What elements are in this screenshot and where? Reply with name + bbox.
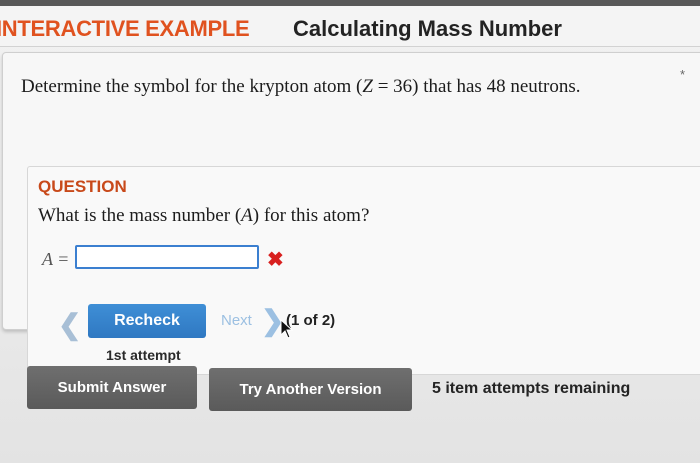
page: INTERACTIVE EXAMPLE Calculating Mass Num… [0,0,700,463]
attempts-remaining-text: 5 item attempts remaining [432,380,631,397]
problem-text-suffix: = 36) that has 48 neutrons. [372,76,581,97]
interactive-example-tag: INTERACTIVE EXAMPLE [0,16,250,41]
previous-arrow-icon[interactable]: ❮ [58,308,81,341]
try-another-version-button[interactable]: Try Another Version [209,368,412,411]
x-mark-icon: ✖ [267,249,284,271]
question-text: What is the mass number (A) for this ato… [38,205,369,227]
question-text-suffix: ) for this atom? [252,205,370,226]
problem-card: Determine the symbol for the krypton ato… [2,52,700,375]
attempt-label: 1st attempt [106,347,181,363]
required-asterisk: * [680,67,686,82]
a-symbol: A [241,205,253,226]
answer-input[interactable] [75,245,259,269]
mouse-cursor-icon [280,319,294,339]
recheck-button[interactable]: Recheck [88,304,206,338]
question-label: QUESTION [38,177,127,196]
answer-label: A = [42,249,70,269]
question-text-prefix: What is the mass number ( [38,205,242,226]
header: INTERACTIVE EXAMPLE Calculating Mass Num… [0,6,700,47]
next-link[interactable]: Next [221,312,252,329]
z-symbol: Z [362,76,373,97]
question-card: QUESTION What is the mass number (A) for… [27,166,700,375]
page-title: Calculating Mass Number [293,16,562,41]
problem-text-prefix: Determine the symbol for the krypton ato… [21,76,363,97]
submit-answer-button[interactable]: Submit Answer [27,366,197,409]
problem-statement: Determine the symbol for the krypton ato… [21,76,581,98]
